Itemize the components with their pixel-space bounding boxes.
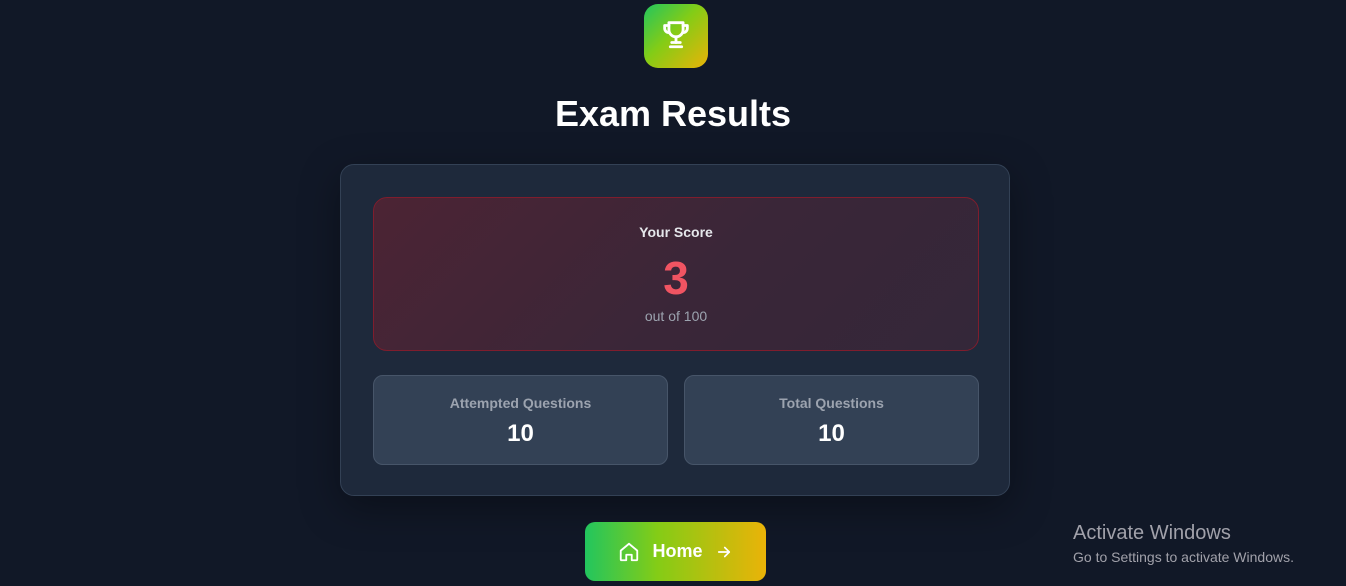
home-button[interactable]: Home (585, 522, 766, 581)
stat-label: Attempted Questions (449, 395, 592, 411)
arrow-right-icon (715, 543, 733, 561)
score-out-of: out of 100 (644, 308, 708, 324)
activation-watermark: Activate Windows Go to Settings to activ… (1073, 521, 1294, 567)
score-panel: Your Score 3 out of 100 (373, 197, 979, 351)
total-questions-stat: Total Questions 10 (684, 375, 979, 465)
stat-value: 10 (507, 420, 534, 447)
results-page: Exam Results Your Score 3 out of 100 Att… (0, 0, 1346, 586)
stat-label: Total Questions (779, 395, 884, 411)
home-icon (618, 541, 640, 563)
results-card: Your Score 3 out of 100 Attempted Questi… (340, 164, 1010, 496)
watermark-title: Activate Windows (1073, 522, 1231, 544)
attempted-questions-stat: Attempted Questions 10 (373, 375, 668, 465)
trophy-badge (644, 4, 708, 68)
score-value: 3 (663, 252, 689, 304)
home-button-label: Home (652, 541, 703, 561)
stat-value: 10 (818, 420, 845, 447)
page-title: Exam Results (554, 93, 792, 134)
watermark-subtitle: Go to Settings to activate Windows. (1073, 549, 1294, 565)
trophy-icon (659, 17, 693, 56)
score-label: Your Score (639, 224, 713, 240)
